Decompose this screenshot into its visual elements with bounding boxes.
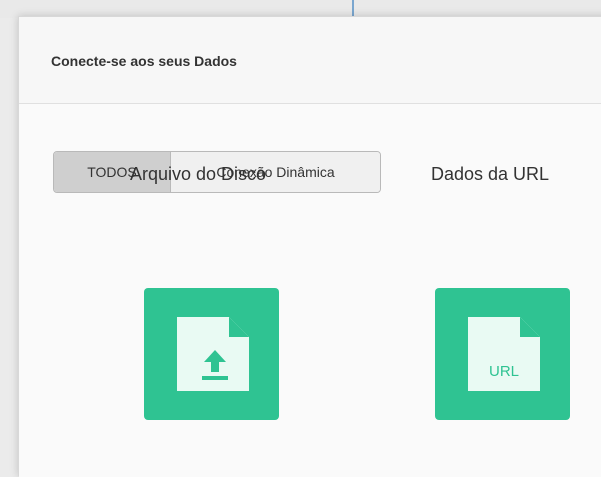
file-upload-icon — [177, 317, 249, 391]
source-file-disk: Arquivo do Disco — [98, 164, 298, 185]
dialog-header: Conecte-se aos seus Dados — [19, 17, 601, 104]
source-url: Dados da URL — [390, 164, 590, 185]
connect-data-dialog: Conecte-se aos seus Dados TODOS Conexão … — [18, 16, 601, 477]
url-data-button[interactable]: URL — [435, 288, 570, 420]
dialog-title: Conecte-se aos seus Dados — [51, 53, 237, 69]
file-disk-button[interactable] — [144, 288, 279, 420]
file-url-icon: URL — [468, 317, 540, 391]
source-label-file-disk: Arquivo do Disco — [129, 164, 267, 184]
source-label-url: Dados da URL — [430, 164, 550, 184]
url-badge-text: URL — [489, 363, 519, 380]
